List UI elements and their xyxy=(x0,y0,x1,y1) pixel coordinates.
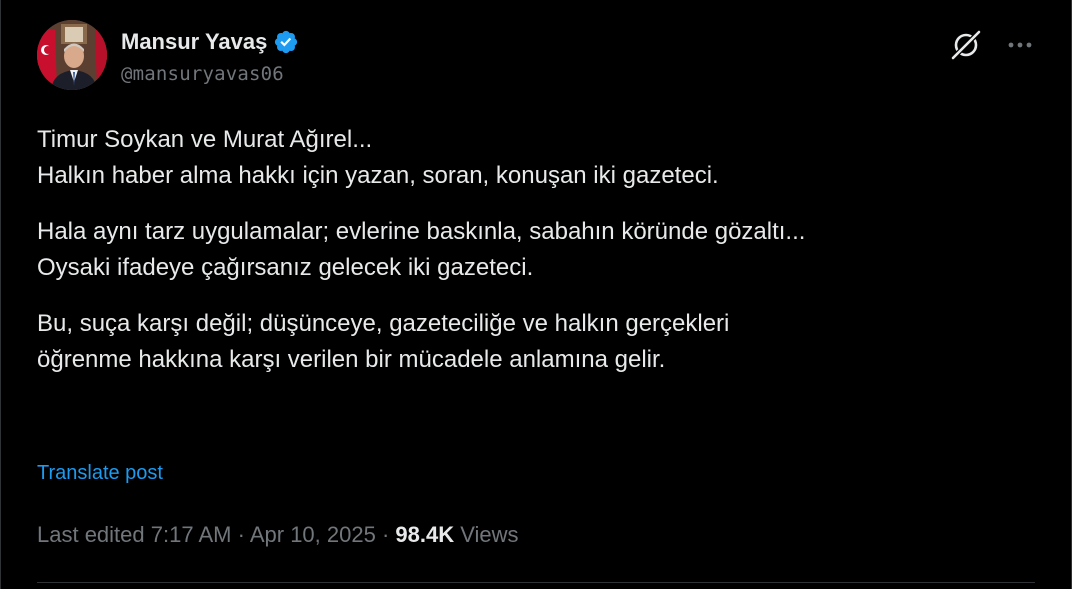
post-header: Mansur Yavaş @mansuryavas06 xyxy=(37,20,299,90)
post-date[interactable]: Apr 10, 2025 xyxy=(250,522,376,547)
meta-separator: · xyxy=(237,522,245,547)
grok-icon[interactable] xyxy=(949,28,983,62)
verified-badge-icon[interactable] xyxy=(273,29,299,55)
post-container: Mansur Yavaş @mansuryavas06 Timur Soykan… xyxy=(0,0,1072,589)
post-line: öğrenme hakkına karşı verilen bir mücade… xyxy=(37,346,666,373)
more-options-icon[interactable] xyxy=(1005,32,1035,58)
post-meta: Last edited 7:17 AM · Apr 10, 2025 · 98.… xyxy=(37,522,519,548)
post-line: Halkın haber alma hakkı için yazan, sora… xyxy=(37,162,719,189)
post-line: Timur Soykan ve Murat Ağırel... xyxy=(37,126,373,153)
post-line: Bu, suça karşı değil; düşünceye, gazetec… xyxy=(37,310,730,337)
post-line: Hala aynı tarz uygulamalar; evlerine bas… xyxy=(37,218,806,245)
post-text: Timur Soykan ve Murat Ağırel... Halkın h… xyxy=(37,122,1037,378)
divider xyxy=(37,582,1035,583)
author-names: Mansur Yavaş @mansuryavas06 xyxy=(121,20,299,90)
edited-label[interactable]: Last edited xyxy=(37,522,145,547)
views-label: Views xyxy=(460,522,519,547)
post-time[interactable]: 7:17 AM xyxy=(151,522,232,547)
avatar[interactable] xyxy=(37,20,107,90)
translate-post-link[interactable]: Translate post xyxy=(37,462,163,485)
display-name[interactable]: Mansur Yavaş xyxy=(121,31,267,53)
post-line: Oysaki ifadeye çağırsanız gelecek iki ga… xyxy=(37,254,534,281)
meta-separator: · xyxy=(381,522,390,547)
user-handle[interactable]: @mansuryavas06 xyxy=(121,63,299,85)
views-count: 98.4K xyxy=(395,522,455,547)
avatar-photo xyxy=(37,20,107,90)
name-row: Mansur Yavaş xyxy=(121,25,299,59)
